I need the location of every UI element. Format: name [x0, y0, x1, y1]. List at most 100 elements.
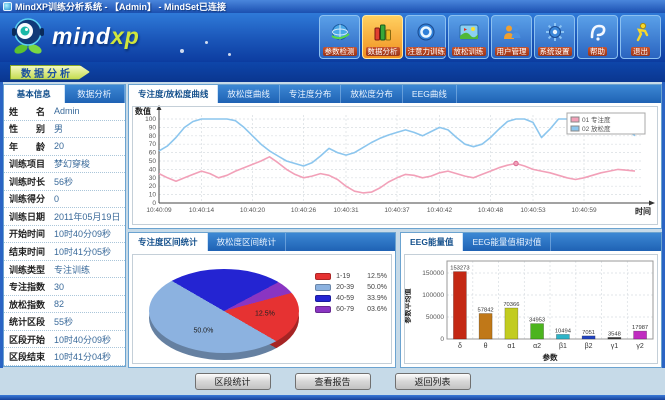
data-analysis-icon	[371, 16, 395, 47]
svg-text:α2: α2	[533, 343, 541, 350]
toolbar-button-exit[interactable]: 退出	[620, 15, 661, 59]
pie-legend-chip	[315, 306, 331, 313]
pie-chart: 1-1912.5%20-3950.0%40-5933.9%60-7903.6% …	[129, 251, 395, 367]
svg-text:100000: 100000	[422, 292, 444, 299]
info-row: 开始时间10时40分09秒	[4, 226, 125, 244]
pie-legend-range: 1-19	[336, 273, 362, 280]
curve-tab-1[interactable]: 放松度曲线	[218, 85, 280, 103]
pie-legend-percent: 33.9%	[367, 295, 387, 302]
pie-legend-range: 40-59	[336, 295, 362, 302]
section-badge: 数据分析	[10, 65, 90, 80]
info-label: 姓 名	[4, 105, 54, 118]
info-label: 开始时间	[4, 227, 54, 240]
footer-button-0[interactable]: 区段统计	[195, 373, 271, 390]
svg-text:θ: θ	[484, 343, 488, 350]
svg-text:70: 70	[149, 141, 157, 148]
system-settings-icon	[543, 16, 567, 47]
toolbar-button-system-settings[interactable]: 系统设置	[534, 15, 575, 59]
footer-button-2[interactable]: 返回列表	[395, 373, 471, 390]
toolbar-button-globe-monitor[interactable]: 参数检测	[319, 15, 360, 59]
svg-text:10:40:09: 10:40:09	[146, 207, 172, 214]
bar-α2	[531, 324, 544, 339]
toolbar-button-user-management[interactable]: 用户管理	[491, 15, 532, 59]
info-value: 10时40分09秒	[54, 227, 125, 240]
info-value: 梦幻穿梭	[54, 157, 125, 170]
svg-text:50000: 50000	[426, 314, 444, 321]
pie-legend-percent: 03.6%	[367, 306, 387, 313]
pie-legend-chip	[315, 295, 331, 302]
bar-β1	[556, 334, 569, 339]
info-value: 2011年05月19日	[54, 210, 125, 223]
sparkle-decoration	[205, 41, 208, 44]
toolbar-button-help[interactable]: 帮助	[577, 15, 618, 59]
info-row: 性 别男	[4, 121, 125, 139]
svg-text:10:40:26: 10:40:26	[291, 207, 317, 214]
info-row: 训练日期2011年05月19日	[4, 208, 125, 226]
curve-panel: 专注度/放松度曲线放松度曲线专注度分布放松度分布EEG曲线 10:40:09 10…	[128, 84, 662, 229]
svg-text:100: 100	[145, 116, 156, 123]
app-icon	[3, 2, 12, 11]
curve-tabbar: 专注度/放松度曲线放松度曲线专注度分布放松度分布EEG曲线	[129, 85, 661, 103]
bar-tab-0[interactable]: EEG能量值	[401, 233, 463, 251]
user-management-icon	[500, 16, 524, 47]
info-row: 训练时长56秒	[4, 173, 125, 191]
svg-text:0: 0	[440, 336, 444, 343]
svg-text:β1: β1	[559, 343, 567, 350]
info-row: 年 龄20	[4, 138, 125, 156]
info-label: 训练日期	[4, 210, 54, 223]
toolbar-button-data-analysis[interactable]: 数据分析	[362, 15, 403, 59]
svg-text:10:40:20: 10:40:20	[240, 207, 266, 214]
toolbar-button-label: 退出	[631, 47, 650, 56]
curve-tab-4[interactable]: EEG曲线	[403, 85, 457, 103]
sidebar-tab-1[interactable]: 数据分析	[65, 85, 126, 103]
curve-tab-3[interactable]: 放松度分布	[341, 85, 403, 103]
bar-panel: EEG能量值EEG能量值相对值 050000100000150000153273…	[400, 232, 662, 368]
pie-tab-1[interactable]: 放松度区间统计	[208, 233, 287, 251]
window-title: MindXP训练分析系统 - 【Admin】 - MindSet已连接	[15, 0, 226, 13]
info-label: 放松指数	[4, 298, 54, 311]
bar-tab-1[interactable]: EEG能量值相对值	[463, 233, 551, 251]
info-label: 结束时间	[4, 245, 54, 258]
info-value: 56秒	[54, 175, 125, 188]
attention-training-icon	[414, 16, 438, 47]
footer-button-1[interactable]: 查看报告	[295, 373, 371, 390]
info-label: 区段结束	[4, 350, 54, 363]
footer-buttons: 区段统计 查看报告 返回列表	[0, 368, 665, 395]
mascot-icon	[8, 16, 48, 56]
curve-tab-0[interactable]: 专注度/放松度曲线	[129, 85, 218, 103]
svg-text:30: 30	[149, 175, 157, 182]
svg-text:17987: 17987	[632, 325, 648, 331]
info-value: 10时41分04秒	[54, 350, 125, 363]
svg-text:10:40:59: 10:40:59	[571, 207, 597, 214]
svg-text:时间: 时间	[635, 206, 651, 216]
line-chart-svg: 10:40:0910:40:1410:40:2010:40:2610:40:31…	[129, 103, 661, 228]
mindxp-logo: mindxp	[8, 16, 140, 56]
pie-legend: 1-1912.5%20-3950.0%40-5933.9%60-7903.6%	[315, 273, 387, 313]
sidebar-tab-0[interactable]: 基本信息	[4, 85, 65, 103]
relax-training-icon	[457, 16, 481, 47]
svg-text:10:40:48: 10:40:48	[478, 207, 504, 214]
pie-legend-percent: 12.5%	[367, 273, 387, 280]
toolbar-button-label: 帮助	[588, 47, 607, 56]
info-row: 训练得分0	[4, 191, 125, 209]
toolbar-button-attention-training[interactable]: 注意力训练	[405, 15, 446, 59]
svg-text:α1: α1	[507, 343, 515, 350]
toolbar-button-label: 系统设置	[538, 47, 572, 56]
svg-text:参数: 参数	[543, 352, 558, 362]
curve-tab-2[interactable]: 专注度分布	[280, 85, 342, 103]
toolbar-button-label: 注意力训练	[406, 47, 446, 56]
bar-chart-svg: 050000100000150000153273δ57842θ70366α134…	[401, 251, 661, 366]
info-row: 专注指数30	[4, 278, 125, 296]
svg-text:10:40:31: 10:40:31	[333, 207, 359, 214]
bar-θ	[479, 314, 492, 340]
svg-text:90: 90	[149, 124, 157, 131]
toolbar-button-relax-training[interactable]: 放松训练	[448, 15, 489, 59]
sidebar-tabbar: 基本信息数据分析	[4, 85, 125, 103]
bar-δ	[453, 272, 466, 339]
pie-tab-0[interactable]: 专注度区间统计	[129, 233, 208, 251]
globe-monitor-icon	[328, 16, 352, 47]
info-row: 区段结束10时41分04秒	[4, 348, 125, 366]
svg-text:10:40:42: 10:40:42	[427, 207, 453, 214]
pie-legend-chip	[315, 284, 331, 291]
info-label: 年 龄	[4, 140, 54, 153]
